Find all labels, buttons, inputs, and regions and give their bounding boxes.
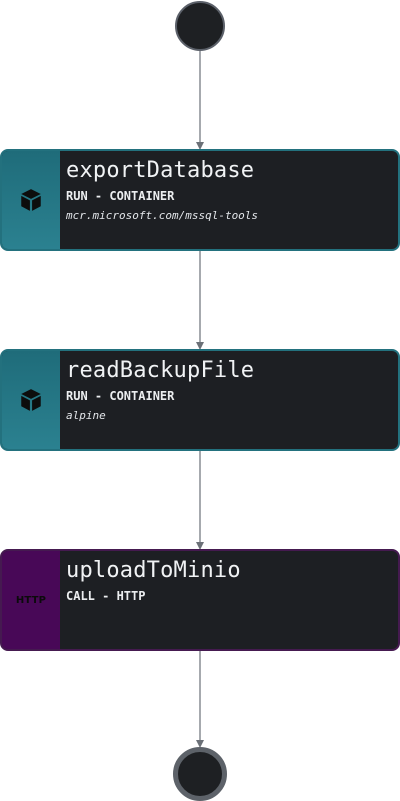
- workflow-diagram: exportDatabase RUN - CONTAINER mcr.micro…: [0, 0, 400, 801]
- task-name: uploadToMinio: [66, 558, 241, 583]
- task-image: alpine: [66, 409, 106, 422]
- cube-icon: [21, 189, 41, 211]
- task-type: RUN - CONTAINER: [66, 189, 175, 203]
- task-type: RUN - CONTAINER: [66, 389, 175, 403]
- task-icon-panel: [2, 351, 60, 449]
- task-body: uploadToMinio CALL - HTTP: [60, 551, 398, 649]
- task-node-uploadToMinio[interactable]: HTTP uploadToMinio CALL - HTTP: [0, 549, 400, 651]
- task-icon-panel: [2, 151, 60, 249]
- task-body: readBackupFile RUN - CONTAINER alpine: [60, 351, 398, 449]
- task-name: readBackupFile: [66, 358, 255, 383]
- task-node-exportDatabase[interactable]: exportDatabase RUN - CONTAINER mcr.micro…: [0, 149, 400, 251]
- task-node-readBackupFile[interactable]: readBackupFile RUN - CONTAINER alpine: [0, 349, 400, 451]
- task-image: mcr.microsoft.com/mssql-tools: [66, 209, 259, 222]
- task-type: CALL - HTTP: [66, 589, 146, 603]
- end-node[interactable]: [173, 747, 227, 801]
- cube-icon: [21, 389, 41, 411]
- task-body: exportDatabase RUN - CONTAINER mcr.micro…: [60, 151, 398, 249]
- task-icon-panel: HTTP: [2, 551, 60, 649]
- start-node[interactable]: [175, 1, 225, 51]
- http-icon: HTTP: [15, 594, 47, 606]
- task-name: exportDatabase: [66, 158, 255, 183]
